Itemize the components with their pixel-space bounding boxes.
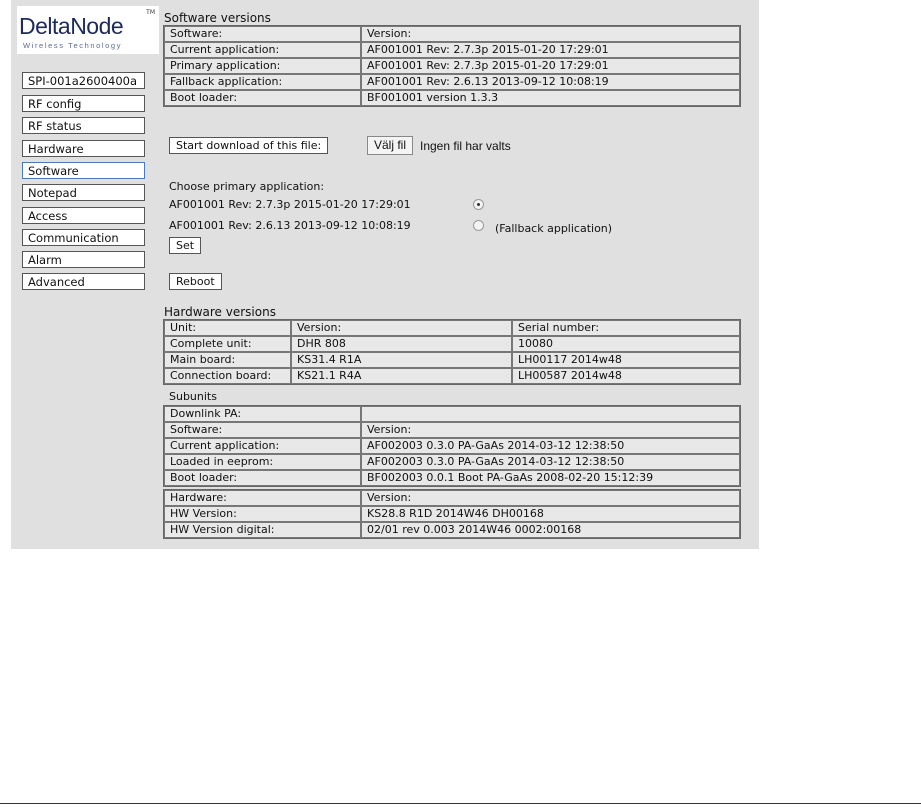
table-cell: Main board:	[164, 352, 291, 368]
set-button[interactable]: Set	[169, 237, 202, 254]
table-cell: Loaded in eeprom:	[164, 454, 361, 470]
sidebar-item-alarm[interactable]: Alarm	[22, 251, 145, 268]
table-header-cell: Version:	[361, 26, 740, 42]
page-bottom-rule	[0, 803, 921, 804]
fallback-option-note: (Fallback application)	[495, 222, 613, 235]
app-window: DeltaNode TM Wireless Technology SPI-001…	[11, 0, 759, 549]
hardware-versions-title: Hardware versions	[164, 305, 276, 319]
table-header-cell: Software:	[164, 422, 361, 438]
primary-option-radio[interactable]	[473, 199, 484, 210]
table-cell: Current application:	[164, 438, 361, 454]
file-status-text: Ingen fil har valts	[420, 139, 511, 153]
table-cell: Complete unit:	[164, 336, 291, 352]
table-cell: LH00117 2014w48	[512, 352, 740, 368]
sidebar-item-access[interactable]: Access	[22, 207, 145, 224]
table-cell	[361, 406, 740, 422]
table-cell: BF001001 version 1.3.3	[361, 90, 740, 106]
table-row: Fallback application: AF001001 Rev: 2.6.…	[164, 74, 740, 90]
software-versions-table: Software: Version: Current application: …	[163, 25, 741, 107]
table-cell: KS21.1 R4A	[291, 368, 512, 384]
table-cell: 10080	[512, 336, 740, 352]
table-header-cell: Version:	[361, 422, 740, 438]
table-cell: Connection board:	[164, 368, 291, 384]
subunits-hardware-table: Hardware: Version: HW Version: KS28.8 R1…	[163, 489, 741, 539]
table-header-row: Software: Version:	[164, 26, 740, 42]
subunits-title: Subunits	[169, 390, 217, 403]
fallback-option-label: AF001001 Rev: 2.6.13 2013-09-12 10:08:19	[169, 219, 411, 232]
table-row: Complete unit: DHR 808 10080	[164, 336, 740, 352]
table-cell: Boot loader:	[164, 470, 361, 486]
sidebar-item-rf-status[interactable]: RF status	[22, 117, 145, 134]
table-header-cell: Version:	[361, 490, 740, 506]
table-cell: KS28.8 R1D 2014W46 DH00168	[361, 506, 740, 522]
table-header-cell: Hardware:	[164, 490, 361, 506]
reboot-button[interactable]: Reboot	[169, 273, 222, 290]
sidebar-item-advanced[interactable]: Advanced	[22, 273, 145, 290]
table-row: Main board: KS31.4 R1A LH00117 2014w48	[164, 352, 740, 368]
table-header-row: Unit: Version: Serial number:	[164, 320, 740, 336]
sidebar-item-software[interactable]: Software	[22, 162, 145, 179]
table-cell: AF001001 Rev: 2.7.3p 2015-01-20 17:29:01	[361, 58, 740, 74]
fallback-option-radio[interactable]	[473, 220, 484, 231]
table-cell: AF001001 Rev: 2.6.13 2013-09-12 10:08:19	[361, 74, 740, 90]
table-cell: AF002003 0.3.0 PA-GaAs 2014-03-12 12:38:…	[361, 438, 740, 454]
table-cell: Primary application:	[164, 58, 361, 74]
table-row: Primary application: AF001001 Rev: 2.7.3…	[164, 58, 740, 74]
trademark-mark: TM	[146, 9, 155, 16]
brand-name: DeltaNode	[19, 13, 124, 39]
sidebar-item-hardware[interactable]: Hardware	[22, 140, 145, 157]
table-cell: AF002003 0.3.0 PA-GaAs 2014-03-12 12:38:…	[361, 454, 740, 470]
table-cell: KS31.4 R1A	[291, 352, 512, 368]
choose-primary-label: Choose primary application:	[169, 180, 325, 193]
table-cell: HW Version:	[164, 506, 361, 522]
table-cell: 02/01 rev 0.003 2014W46 0002:00168	[361, 522, 740, 538]
table-header-cell: Unit:	[164, 320, 291, 336]
software-versions-title: Software versions	[164, 11, 271, 25]
table-row: Connection board: KS21.1 R4A LH00587 201…	[164, 368, 740, 384]
table-row: Current application: AF001001 Rev: 2.7.3…	[164, 42, 740, 58]
table-header-cell: Software:	[164, 26, 361, 42]
table-row: Current application: AF002003 0.3.0 PA-G…	[164, 438, 740, 454]
table-cell: HW Version digital:	[164, 522, 361, 538]
table-cell: Current application:	[164, 42, 361, 58]
table-cell: Boot loader:	[164, 90, 361, 106]
deltanode-logo: DeltaNode TM Wireless Technology	[17, 6, 159, 54]
sidebar-item-notepad[interactable]: Notepad	[22, 184, 145, 201]
table-row: HW Version: KS28.8 R1D 2014W46 DH00168	[164, 506, 740, 522]
table-cell: Fallback application:	[164, 74, 361, 90]
table-header-row: Software: Version:	[164, 422, 740, 438]
table-header-cell: Version:	[291, 320, 512, 336]
hardware-versions-table: Unit: Version: Serial number: Complete u…	[163, 319, 741, 385]
table-row: Boot loader: BF001001 version 1.3.3	[164, 90, 740, 106]
table-cell: DHR 808	[291, 336, 512, 352]
table-row: Loaded in eeprom: AF002003 0.3.0 PA-GaAs…	[164, 454, 740, 470]
subunit-name-cell: Downlink PA:	[164, 406, 361, 422]
table-row: Boot loader: BF002003 0.0.1 Boot PA-GaAs…	[164, 470, 740, 486]
start-download-button[interactable]: Start download of this file:	[169, 137, 329, 154]
choose-file-button[interactable]: Välj fil	[367, 136, 414, 155]
table-cell: AF001001 Rev: 2.7.3p 2015-01-20 17:29:01	[361, 42, 740, 58]
table-header-cell: Serial number:	[512, 320, 740, 336]
sidebar-item-unit-id[interactable]: SPI-001a2600400a	[22, 72, 145, 89]
table-header-row: Hardware: Version:	[164, 490, 740, 506]
subunits-software-table: Downlink PA: Software: Version: Current …	[163, 405, 741, 487]
table-cell: BF002003 0.0.1 Boot PA-GaAs 2008-02-20 1…	[361, 470, 740, 486]
table-row: HW Version digital: 02/01 rev 0.003 2014…	[164, 522, 740, 538]
sidebar-item-rf-config[interactable]: RF config	[22, 95, 145, 112]
table-cell: LH00587 2014w48	[512, 368, 740, 384]
primary-option-label: AF001001 Rev: 2.7.3p 2015-01-20 17:29:01	[169, 198, 411, 211]
brand-tagline: Wireless Technology	[23, 41, 123, 50]
sidebar-item-communication[interactable]: Communication	[22, 229, 145, 246]
table-row: Downlink PA:	[164, 406, 740, 422]
